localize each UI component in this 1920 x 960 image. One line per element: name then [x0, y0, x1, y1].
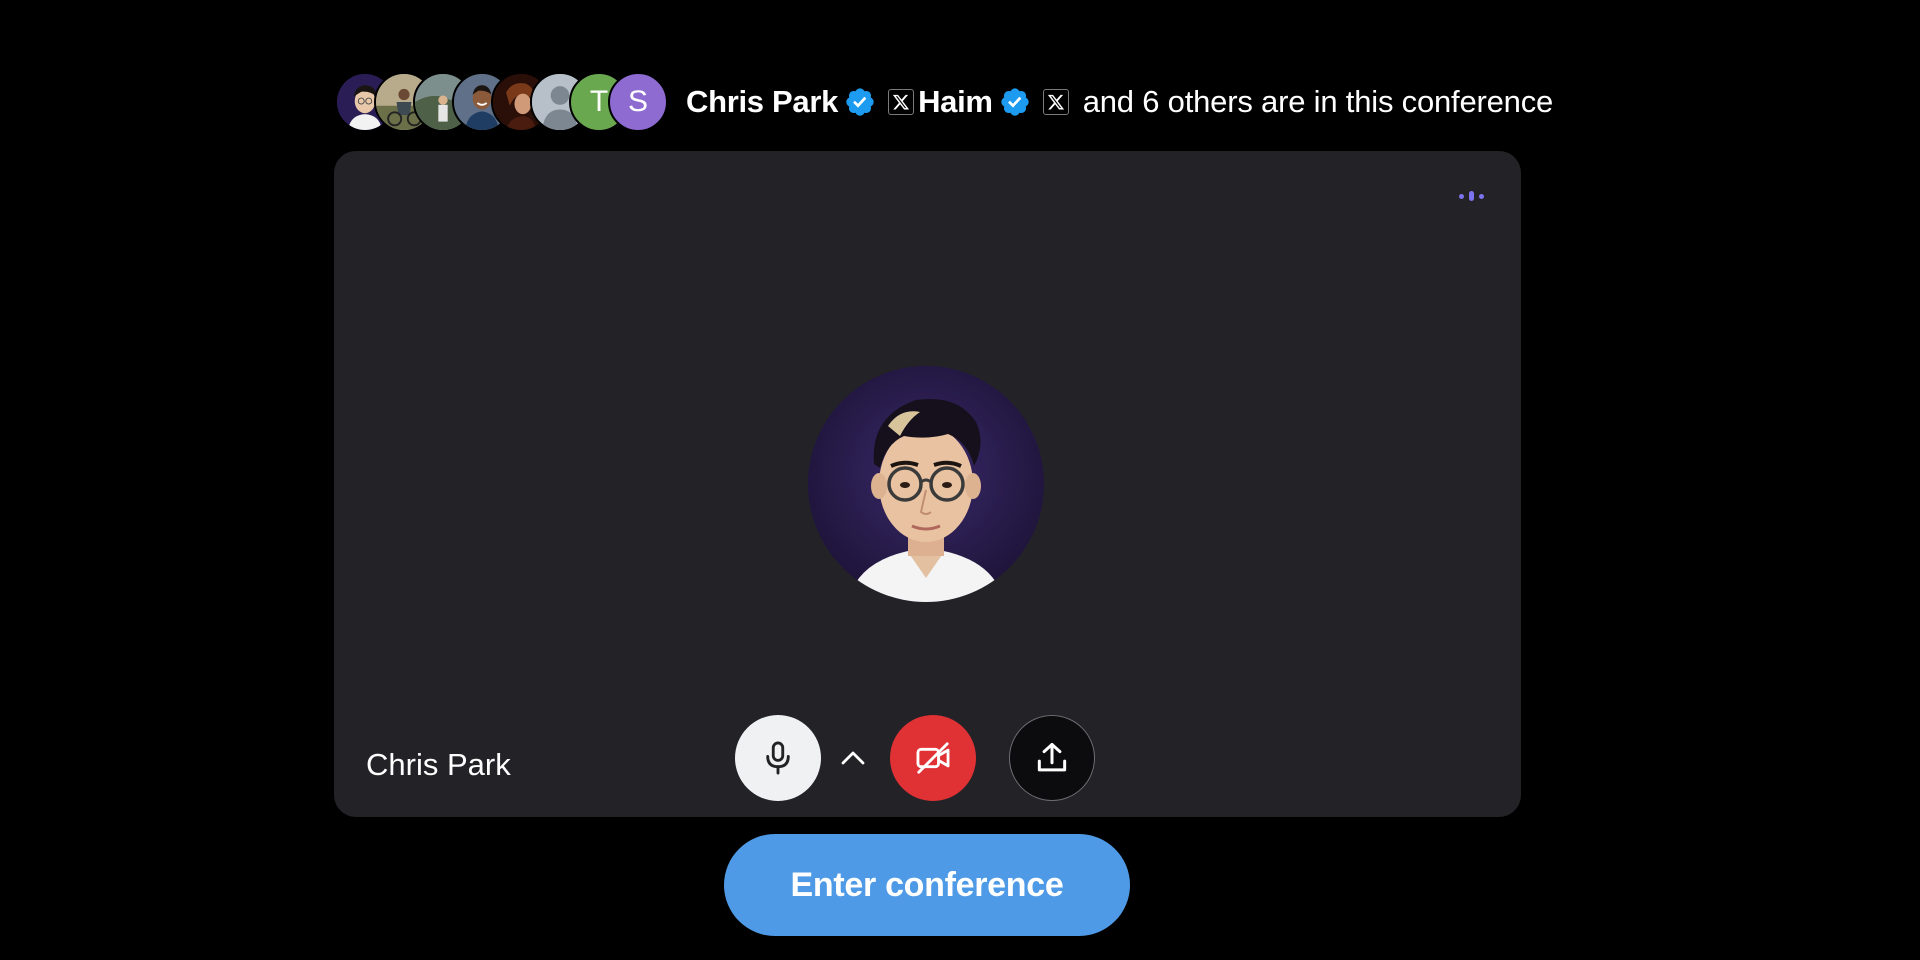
chevron-up-icon: [841, 751, 865, 765]
speaker-avatar: [808, 366, 1044, 602]
participants-header: T S Chris Park Haim and 6 others are in …: [335, 72, 1553, 132]
share-upload-icon: [1037, 743, 1067, 772]
speaking-indicator-icon: [1459, 191, 1484, 201]
call-controls: [735, 715, 1095, 801]
video-off-icon: [916, 742, 950, 774]
camera-toggle-button[interactable]: [890, 715, 976, 801]
avatar-letter: T: [589, 85, 609, 118]
avatar-letter: S: [627, 85, 648, 118]
enter-conference-button[interactable]: Enter conference: [724, 834, 1130, 936]
share-button[interactable]: [1009, 715, 1095, 801]
verified-badge-icon: [1001, 88, 1029, 116]
verified-badge-icon: [846, 88, 874, 116]
microphone-icon: [766, 741, 790, 775]
video-tile: Chris Park: [334, 151, 1521, 817]
x-logo-icon: [888, 89, 915, 115]
participants-summary: and 6 others are in this conference: [1082, 84, 1554, 119]
speaker-name-label: Chris Park: [366, 747, 511, 782]
host-name[interactable]: Chris Park: [686, 84, 838, 120]
mute-button[interactable]: [735, 715, 821, 801]
participant-avatar-stack[interactable]: T S: [335, 72, 668, 132]
host-name[interactable]: Haim: [918, 84, 993, 120]
avatar: S: [608, 72, 668, 132]
audio-options-button[interactable]: [827, 728, 879, 788]
x-logo-icon: [1042, 89, 1069, 115]
